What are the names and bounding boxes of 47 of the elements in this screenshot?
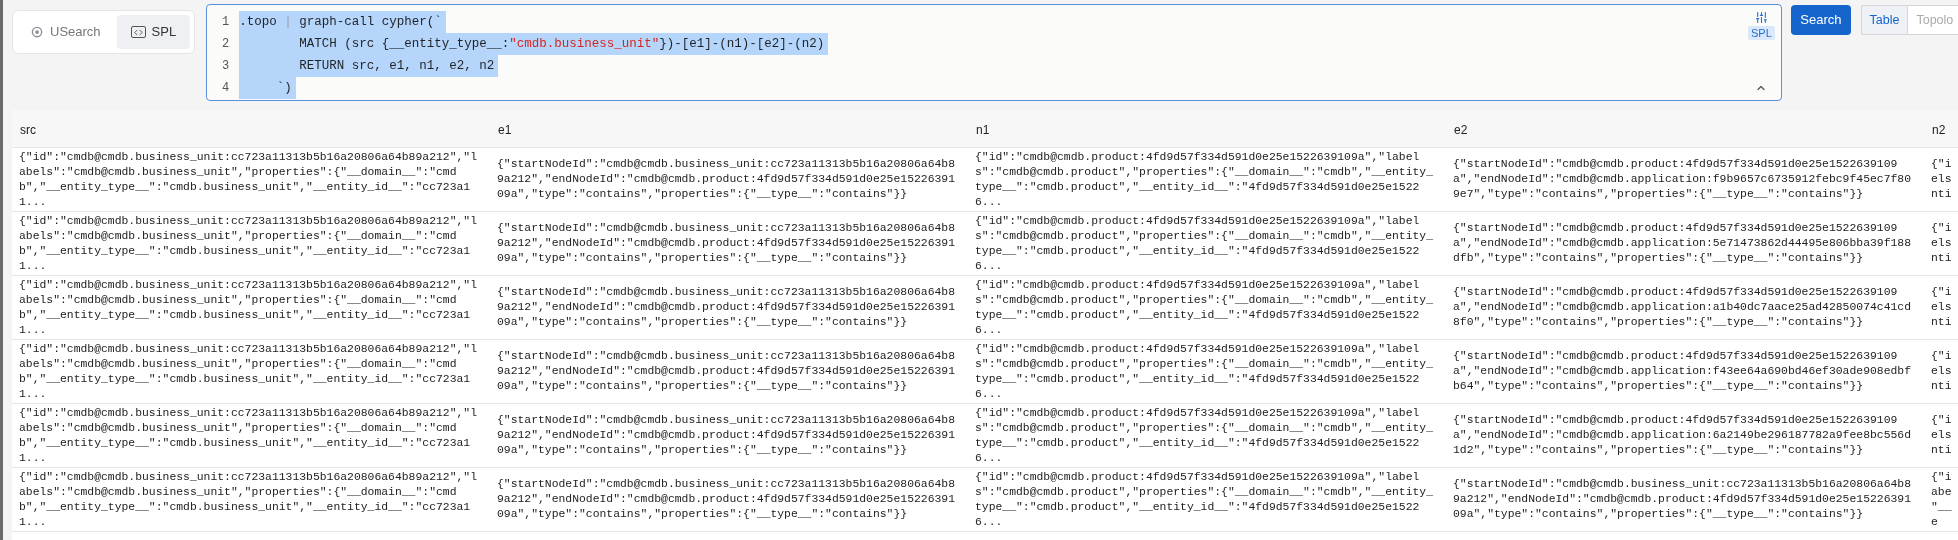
table-cell-text: {"id":"cmdb@cmdb.business_unit:cc723a11313b5b16a20806a64b89a212","labels":"cmdb@cmdb.business_unit","properties":{"__domain__":"cmdb","__entity_type__":"cmdb.business_unit","__entity_id__":"cc723a11... — [19, 277, 478, 338]
table-cell-text: {"startNodeId":"cmdb@cmdb.business_unit:cc723a11313b5b16a20806a64b89a212","endNodeId":"cmdb@cmdb.product:4fd9d57f334d591d0e25e1522639109a","type":"contains","properties":{"__type__":"contains"}} — [497, 477, 956, 522]
table-cell-text: {"id":"cmdb@cmdb.business_unit:cc723a11313b5b16a20806a64b89a212","labels":"cmdb@cmdb.business_unit","properties":{"__domain__":"cmdb","__entity_type__":"cmdb.business_unit","__entity_id__":"cc723a11... — [19, 405, 478, 466]
sliders-icon[interactable] — [1754, 11, 1768, 24]
column-header: src — [20, 122, 36, 137]
code-icon — [130, 26, 146, 38]
line-number: 1 — [220, 14, 231, 31]
table-cell-text: {"id":"cmdb@cmdb.business_unit:cc723a11313b5b16a20806a64b89a212","labels":"cmdb@cmdb.business_unit","properties":{"__domain__":"cmdb","__entity_type__":"cmdb.business_unit","__entity_id__":"cc723a11... — [19, 213, 478, 274]
table-cell-text: {"id":"cmdb@cmdb.product:4fd9d57f334d591d0e25e1522639109a","labels":"cmdb@cmdb.product","properties":{"__domain__":"cmdb","__entity_type__":"cmdb.product","__entity_id__":"4fd9d57f334d591d0e25e15226... — [975, 149, 1434, 210]
table-cell-text: {"startNodeId":"cmdb@cmdb.product:4fd9d57f334d591d0e25e1522639109a","endNodeId":"cmdb@cmdb.application:f43ee64a690bd46ef30ade908edbfb64","type":"contains","properties":{"__type__":"contains"}} — [1453, 349, 1912, 394]
column-header: e1 — [498, 122, 512, 137]
table-cell-text: {"id":"cmdb@cmdb.product:4fd9d57f334d591d0e25e1522639109a","labels":"cmdb@cmdb.product","properties":{"__domain__":"cmdb","__entity_type__":"cmdb.product","__entity_id__":"4fd9d57f334d591d0e25e15226... — [975, 341, 1434, 402]
table-cell-text: {"i els nti — [1931, 221, 1953, 266]
query-editor[interactable]: 1 .topo | graph-call cypher(` 2 MATCH (src {__entity_type__:"cmdb.business_unit"})-[e1]-(n1)-[e2]-(n2) 3 RETURN src, e1, n1, e2, n2 4 `) SPL — [206, 4, 1783, 101]
table-cell-text: {"id":"cmdb@cmdb.product:4fd9d57f334d591d0e25e1522639109a","labels":"cmdb@cmdb.product","properties":{"__domain__":"cmdb","__entity_type__":"cmdb.product","__entity_id__":"4fd9d57f334d591d0e25e15226... — [975, 469, 1434, 530]
table-cell-text: {"startNodeId":"cmdb@cmdb.product:4fd9d57f334d591d0e25e1522639109a","endNodeId":"cmdb@cmdb.application:a1b40dc7aace25ad42850074c41cd8f0","type":"contains","properties":{"__type__":"contains"}} — [1453, 285, 1912, 330]
search-button[interactable]: Search — [1791, 5, 1851, 35]
table-cell-text: {"id":"cmdb@cmdb.product:4fd9d57f334d591d0e25e1522639109a","labels":"cmdb@cmdb.product","properties":{"__domain__":"cmdb","__entity_type__":"cmdb.product","__entity_id__":"4fd9d57f334d591d0e25e15226... — [975, 277, 1434, 338]
column-header: n2 — [1932, 122, 1946, 137]
table-cell-text: {"startNodeId":"cmdb@cmdb.business_unit:cc723a11313b5b16a20806a64b89a212","endNodeId":"cmdb@cmdb.product:4fd9d57f334d591d0e25e1522639109a","type":"contains","properties":{"__type__":"contains"}} — [1453, 477, 1912, 522]
table-cell-text: {"startNodeId":"cmdb@cmdb.business_unit:cc723a11313b5b16a20806a64b89a212","endNodeId":"cmdb@cmdb.product:4fd9d57f334d591d0e25e1522639109a","type":"contains","properties":{"__type__":"contains"}} — [497, 157, 956, 202]
table-cell-text: {"id":"cmdb@cmdb.business_unit:cc723a11313b5b16a20806a64b89a212","labels":"cmdb@cmdb.business_unit","properties":{"__domain__":"cmdb","__entity_type__":"cmdb.business_unit","__entity_id__":"cc723a11... — [19, 341, 478, 402]
table-cell-text: {"startNodeId":"cmdb@cmdb.product:4fd9d57f334d591d0e25e1522639109a","endNodeId":"cmdb@cmdb.application:6a2149be296187782a9fee8bc556d1d2","type":"contains","properties":{"__type__":"contains"}} — [1453, 413, 1912, 458]
table-cell-text: {"i els nti — [1931, 413, 1953, 458]
table-cell-text: {"i els nti — [1931, 349, 1953, 394]
table-cell-text: {"startNodeId":"cmdb@cmdb.product:4fd9d57f334d591d0e25e1522639109a","endNodeId":"cmdb@cmdb.application:f9b9657c6735912febc9f45ec7f809e7","type":"contains","properties":{"__type__":"contains"}} — [1453, 157, 1912, 202]
view-tab[interactable]: Table — [1861, 6, 1908, 34]
column-header: e2 — [1454, 122, 1468, 137]
table-cell-text: {"startNodeId":"cmdb@cmdb.business_unit:cc723a11313b5b16a20806a64b89a212","endNodeId":"cmdb@cmdb.product:4fd9d57f334d591d0e25e1522639109a","type":"contains","properties":{"__type__":"contains"}} — [497, 413, 956, 458]
table-cell-text: {"startNodeId":"cmdb@cmdb.business_unit:cc723a11313b5b16a20806a64b89a212","endNodeId":"cmdb@cmdb.product:4fd9d57f334d591d0e25e1522639109a","type":"contains","properties":{"__type__":"contains"}} — [497, 349, 956, 394]
table-cell-text: {"startNodeId":"cmdb@cmdb.business_unit:cc723a11313b5b16a20806a64b89a212","endNodeId":"cmdb@cmdb.product:4fd9d57f334d591d0e25e1522639109a","type":"contains","properties":{"__type__":"contains"}} — [497, 221, 956, 266]
search-icon — [31, 25, 44, 39]
table-cell-text: {"i els nti — [1931, 157, 1953, 202]
line-number: 4 — [220, 80, 231, 97]
table-cell-text: {"id":"cmdb@cmdb.product:4fd9d57f334d591d0e25e1522639109a","labels":"cmdb@cmdb.product","properties":{"__domain__":"cmdb","__entity_type__":"cmdb.product","__entity_id__":"4fd9d57f334d591d0e25e15226... — [975, 213, 1434, 274]
spl-badge: SPL — [1747, 26, 1775, 40]
table-cell-text: {"id":"cmdb@cmdb.business_unit:cc723a11313b5b16a20806a64b89a212","labels":"cmdb@cmdb.business_unit","properties":{"__domain__":"cmdb","__entity_type__":"cmdb.business_unit","__entity_id__":"cc723a11... — [19, 149, 478, 210]
column-header: n1 — [976, 122, 990, 137]
line-number: 2 — [220, 36, 231, 53]
line-number: 3 — [220, 58, 231, 75]
table-cell-text: {"id":"cmdb@cmdb.business_unit:cc723a11313b5b16a20806a64b89a212","labels":"cmdb@cmdb.business_unit","properties":{"__domain__":"cmdb","__entity_type__":"cmdb.business_unit","__entity_id__":"cc723a11... — [19, 469, 478, 530]
table-cell-text: {"id":"cmdb@cmdb.product:4fd9d57f334d591d0e25e1522639109a","labels":"cmdb@cmdb.product","properties":{"__domain__":"cmdb","__entity_type__":"cmdb.product","__entity_id__":"4fd9d57f334d591d0e25e15226... — [975, 405, 1434, 466]
table-cell-text: {"i abe "__e — [1931, 469, 1953, 530]
table-cell-text: {"startNodeId":"cmdb@cmdb.product:4fd9d57f334d591d0e25e1522639109a","endNodeId":"cmdb@cmdb.application:5e71473862d44495e806bba39f188dfb","type":"contains","properties":{"__type__":"contains"}} — [1453, 221, 1912, 266]
mode-tab[interactable]: SPL — [116, 15, 191, 49]
table-cell-text: {"i els nti — [1931, 285, 1953, 330]
table-cell-text: {"startNodeId":"cmdb@cmdb.business_unit:cc723a11313b5b16a20806a64b89a212","endNodeId":"cmdb@cmdb.product:4fd9d57f334d591d0e25e1522639109a","type":"contains","properties":{"__type__":"contains"}} — [497, 285, 956, 330]
